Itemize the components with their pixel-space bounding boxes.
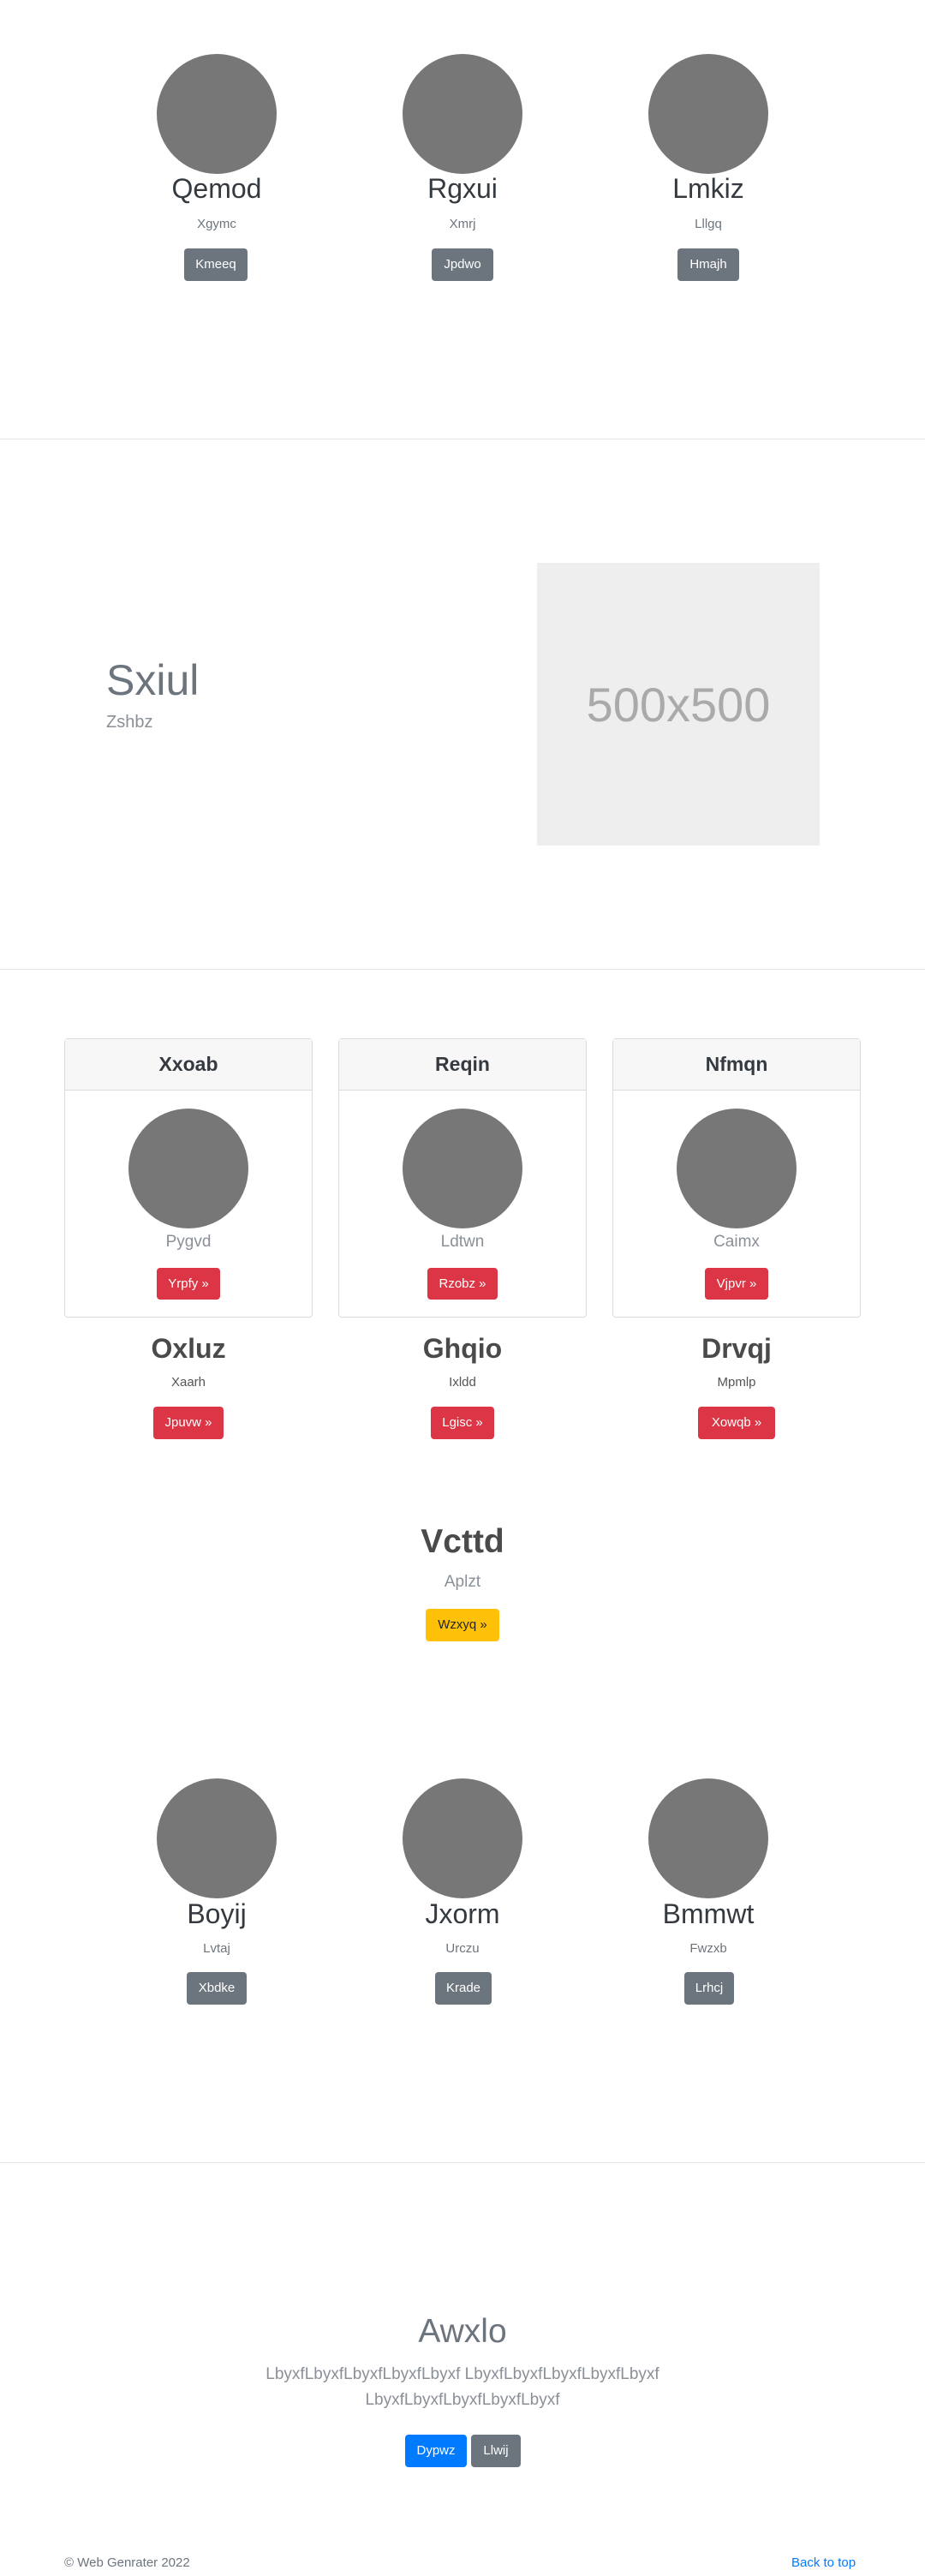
hero-text-line2: LbyxfLbyxfLbyxfLbyxfLbyxf	[365, 2391, 560, 2409]
card-header: Nfmqn	[613, 1039, 860, 1091]
feature-button[interactable]: Lgisc »	[431, 1407, 494, 1439]
member-name: Boyij	[187, 1898, 247, 1929]
member-name: Bmmwt	[662, 1898, 755, 1929]
feature-title: Oxluz	[151, 1333, 226, 1364]
avatar	[403, 1109, 522, 1228]
member-button[interactable]: Krade	[435, 1972, 492, 2005]
avatar	[157, 1778, 277, 1898]
divider	[0, 969, 925, 970]
member-role: Lvtaj	[203, 1941, 230, 1956]
feature-subtitle: Zshbz	[106, 713, 153, 732]
member-button[interactable]: Xbdke	[187, 1972, 247, 2005]
feature-title: Drvqj	[701, 1333, 772, 1364]
member-role: Xmrj	[449, 217, 476, 231]
hero-text-line1: LbyxfLbyxfLbyxfLbyxfLbyxf LbyxfLbyxfLbyx…	[266, 2365, 659, 2383]
footer-copyright: © Web Genrater 2022	[64, 2555, 190, 2570]
member-button[interactable]: Lrhcj	[684, 1972, 734, 2005]
avatar	[648, 54, 768, 174]
member-name: Rgxui	[427, 173, 498, 204]
card-header: Reqin	[339, 1039, 586, 1091]
card-caption: Pygvd	[165, 1233, 212, 1251]
feature-title: Sxiul	[106, 656, 200, 704]
member-name: Qemod	[171, 173, 262, 204]
cta-button[interactable]: Wzxyq »	[426, 1609, 499, 1641]
placeholder-image-label: 500x500	[586, 677, 771, 732]
member-role: Xgymc	[197, 217, 236, 231]
member-button[interactable]: Hmajh	[677, 248, 739, 281]
member-name: Jxorm	[425, 1898, 500, 1929]
card-button[interactable]: Vjpvr »	[705, 1268, 768, 1300]
feature-button[interactable]: Xowqb »	[698, 1407, 775, 1439]
divider	[0, 2162, 925, 2163]
member-button[interactable]: Kmeeq	[184, 248, 248, 281]
card-button[interactable]: Yrpfy »	[157, 1268, 220, 1300]
member-button[interactable]: Jpdwo	[432, 248, 493, 281]
member-role: Fwzxb	[689, 1941, 727, 1956]
feature-text: Xaarh	[170, 1375, 206, 1390]
hero-title: Awxlo	[418, 2313, 507, 2350]
feature-text: Ixldd	[449, 1375, 476, 1390]
hero-primary-button[interactable]: Dypwz	[405, 2435, 467, 2467]
cta-title: Vcttd	[421, 1523, 504, 1560]
card-button[interactable]: Rzobz »	[427, 1268, 498, 1300]
placeholder-image: 500x500	[537, 563, 820, 846]
cta-subtitle: Aplzt	[444, 1573, 481, 1591]
avatar	[157, 54, 277, 174]
avatar	[648, 1778, 768, 1898]
member-role: Lllgq	[695, 217, 722, 231]
avatar	[403, 1778, 522, 1898]
avatar	[677, 1109, 797, 1228]
hero-secondary-button[interactable]: Llwij	[471, 2435, 521, 2467]
feature-text: Mpmlp	[717, 1375, 756, 1390]
avatar	[128, 1109, 248, 1228]
card-caption: Caimx	[713, 1233, 760, 1251]
feature-title: Ghqio	[422, 1333, 503, 1364]
back-to-top-link[interactable]: Back to top	[791, 2555, 856, 2570]
card-caption: Ldtwn	[440, 1233, 485, 1251]
feature-button[interactable]: Jpuvw »	[153, 1407, 224, 1439]
member-name: Lmkiz	[672, 173, 744, 204]
avatar	[403, 54, 522, 174]
card-header: Xxoab	[65, 1039, 312, 1091]
member-role: Urczu	[445, 1941, 480, 1956]
